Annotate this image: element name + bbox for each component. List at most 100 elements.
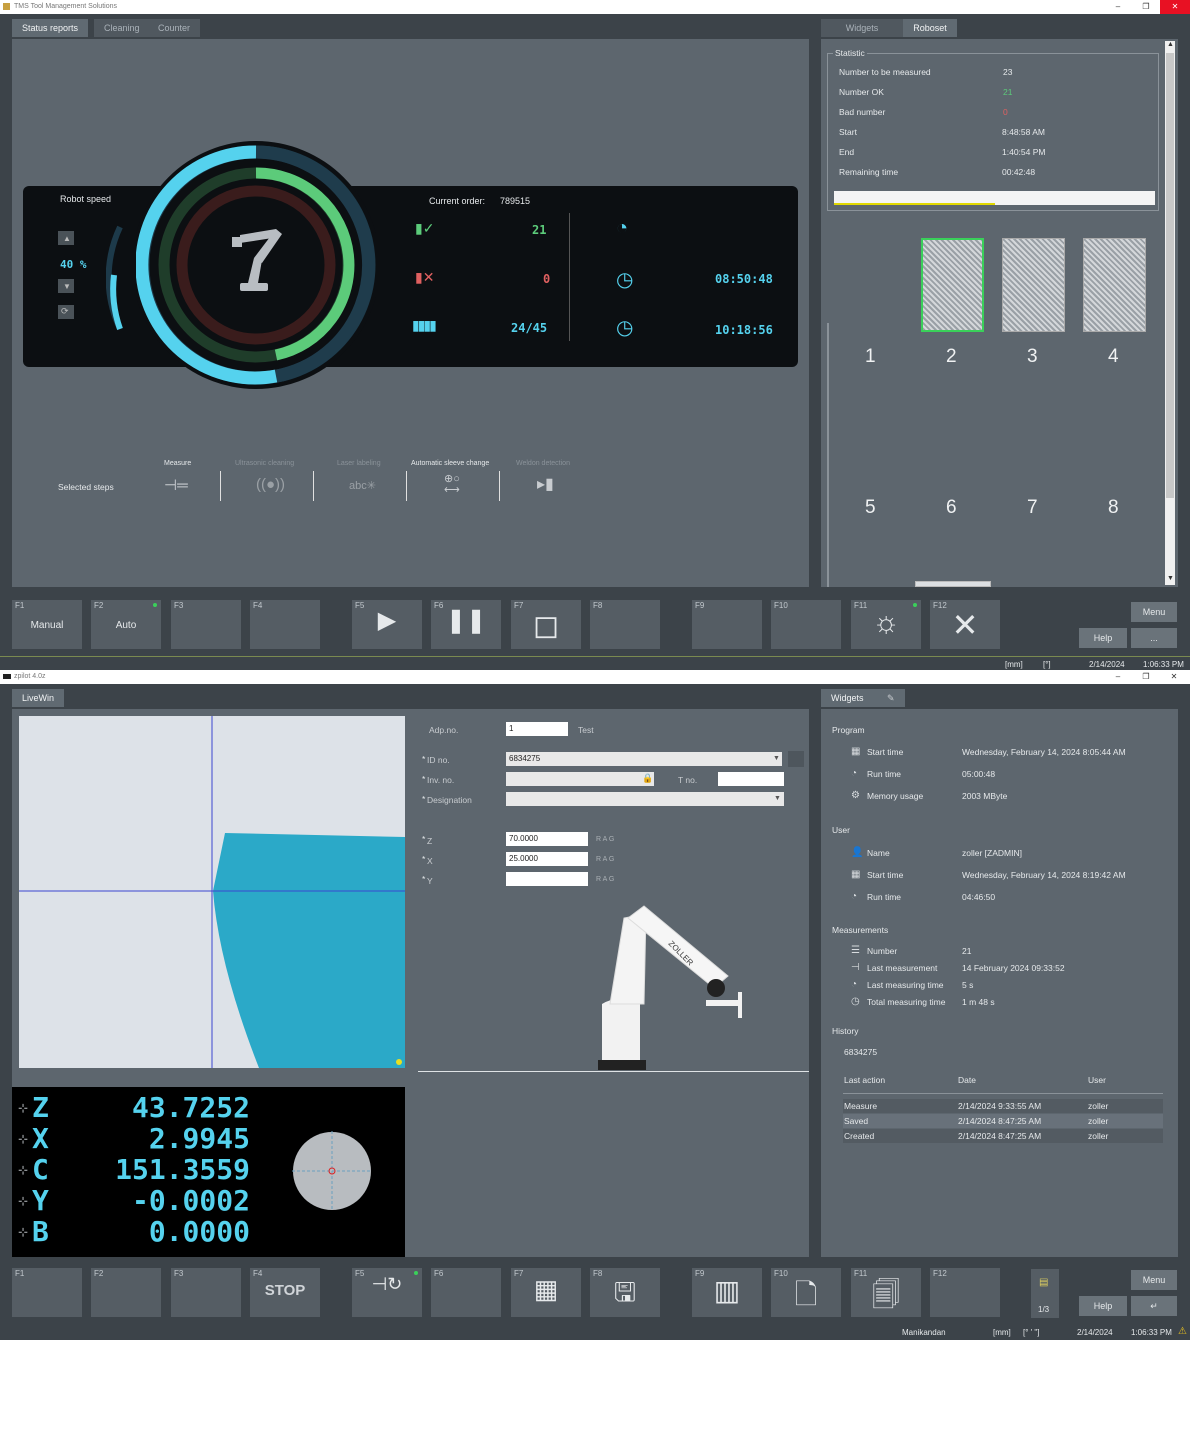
tab-status-reports[interactable]: Status reports: [12, 19, 89, 37]
x-label: X: [427, 856, 433, 866]
fkey-f4[interactable]: F4 STOP: [250, 1268, 320, 1317]
fkey-f10[interactable]: F10: [771, 600, 841, 649]
robot-speed-label: Robot speed: [60, 194, 112, 204]
help-button[interactable]: Help: [1079, 1296, 1127, 1316]
fkey-f11[interactable]: F11 ☼: [851, 600, 921, 649]
pallet-tray-partial[interactable]: [915, 581, 991, 587]
pallet-tray[interactable]: [921, 238, 984, 332]
history-user: zoller: [1088, 1131, 1109, 1141]
laser-icon[interactable]: abc✳: [349, 479, 376, 492]
measurement-label: Last measuring time: [867, 980, 944, 990]
fkey-f1[interactable]: F1: [12, 1268, 82, 1317]
fkey-f5[interactable]: F5 ▶: [352, 600, 422, 649]
scroll-up-icon[interactable]: ▲: [1167, 41, 1174, 48]
help-button[interactable]: Help: [1079, 628, 1127, 648]
fkey-f6[interactable]: F6 ❚❚: [431, 600, 501, 649]
tab-widgets[interactable]: Widgets ✎: [821, 689, 905, 707]
adp-input[interactable]: 1: [506, 722, 568, 736]
tab-counter[interactable]: Counter: [148, 19, 201, 37]
tab-roboset[interactable]: Roboset: [903, 19, 957, 37]
ultrasonic-icon[interactable]: ((●)): [256, 476, 285, 493]
fkey-f6[interactable]: F6: [431, 1268, 501, 1317]
statistic-title: Statistic: [833, 48, 867, 58]
step-divider: [313, 471, 314, 501]
speed-down-button[interactable]: ▼: [58, 279, 74, 293]
pallet-tray[interactable]: [1002, 238, 1065, 332]
chevron-down-icon[interactable]: ▼: [774, 795, 781, 802]
id-dropdown[interactable]: 6834275: [506, 752, 782, 766]
fkey-f8[interactable]: F8: [590, 600, 660, 649]
fkey-f12[interactable]: F12: [930, 1268, 1000, 1317]
close-icon[interactable]: ✕: [1160, 670, 1188, 684]
sleeve-change-icon[interactable]: ⊕○ ⟷: [444, 474, 460, 496]
z-rag: R A G: [596, 836, 615, 843]
fkey-f9[interactable]: F9 ▥: [692, 1268, 762, 1317]
x-input[interactable]: 25.0000: [506, 852, 588, 866]
tab-cleaning[interactable]: Cleaning: [94, 19, 150, 37]
fkey-f10[interactable]: F10 🗋: [771, 1268, 841, 1317]
page-switch[interactable]: ▤ 1/3: [1031, 1269, 1059, 1318]
more-button[interactable]: ...: [1131, 628, 1177, 648]
menu-button[interactable]: Menu: [1131, 602, 1177, 622]
pallet-number[interactable]: 6: [946, 497, 957, 519]
fkey-f2[interactable]: F2 Auto: [91, 600, 161, 649]
fkey-f3[interactable]: F3: [171, 600, 241, 649]
designation-dropdown[interactable]: [506, 792, 784, 806]
menu-button[interactable]: Menu: [1131, 1270, 1177, 1290]
tab-livewin[interactable]: LiveWin: [12, 689, 65, 707]
fkey-label: F4: [253, 1269, 263, 1278]
scrollbar-thumb[interactable]: [1166, 53, 1174, 498]
clock-start-icon: ◷: [616, 269, 634, 291]
pallet-number[interactable]: 4: [1108, 346, 1119, 368]
pallet-number[interactable]: 2: [946, 346, 957, 368]
fkey-f9[interactable]: F9: [692, 600, 762, 649]
minimize-icon[interactable]: –: [1104, 0, 1132, 14]
pallet-number[interactable]: 5: [865, 497, 876, 519]
document-icon: 🗋: [794, 1279, 818, 1310]
fkey-f3[interactable]: F3: [171, 1268, 241, 1317]
pallet-tray[interactable]: [1083, 238, 1146, 332]
fkey-f4[interactable]: F4: [250, 600, 320, 649]
t-input[interactable]: [718, 772, 784, 786]
minimize-icon[interactable]: –: [1104, 670, 1132, 684]
warning-icon[interactable]: ⚠: [1178, 1326, 1187, 1337]
z-input[interactable]: 70.0000: [506, 832, 588, 846]
y-input[interactable]: [506, 872, 588, 886]
weldon-icon[interactable]: ▸▮: [537, 474, 554, 494]
status-time: 1:06:33 PM: [1131, 1328, 1172, 1337]
library-icon: ▥: [713, 1275, 741, 1306]
x-rag: R A G: [596, 856, 615, 863]
pallet-number[interactable]: 7: [1027, 497, 1038, 519]
scroll-down-icon[interactable]: ▼: [1167, 575, 1174, 582]
fkey-f5[interactable]: F5 ⊣↻: [352, 1268, 422, 1317]
dro-value: 151.3559: [115, 1153, 250, 1186]
inv-input[interactable]: [506, 772, 654, 786]
fkey-f7[interactable]: F7 ◻: [511, 600, 581, 649]
history-user: zoller: [1088, 1101, 1109, 1111]
pallet-number[interactable]: 3: [1027, 346, 1038, 368]
enter-button[interactable]: ↵: [1131, 1296, 1177, 1316]
chevron-down-icon[interactable]: ▼: [773, 755, 780, 762]
id-extra-button[interactable]: [788, 751, 804, 767]
speed-reset-button[interactable]: ⟳: [58, 305, 74, 319]
y-label: Y: [427, 876, 433, 886]
pencil-icon[interactable]: ✎: [887, 689, 895, 707]
pallet-number[interactable]: 1: [865, 346, 876, 368]
stopwatch-icon: ◔: [851, 979, 858, 990]
fkey-f2[interactable]: F2: [91, 1268, 161, 1317]
tab-widgets[interactable]: Widgets: [821, 19, 903, 37]
pallet-number[interactable]: 8: [1108, 497, 1119, 519]
caliper-icon[interactable]: ⊣═: [164, 476, 188, 494]
fkey-f8[interactable]: F8 🖫: [590, 1268, 660, 1317]
restore-icon[interactable]: ❐: [1132, 670, 1160, 684]
fkey-f1[interactable]: F1 Manual: [12, 600, 82, 649]
close-icon[interactable]: ✕: [1160, 0, 1190, 14]
fkey-f12[interactable]: F12 ✕: [930, 600, 1000, 649]
fkey-f7[interactable]: F7 ▦: [511, 1268, 581, 1317]
fkey-label: F1: [15, 1269, 25, 1278]
speed-up-button[interactable]: ▲: [58, 231, 74, 245]
fkey-f11[interactable]: F11 🗐: [851, 1268, 921, 1317]
scrollbar[interactable]: ▲ ▼: [1165, 41, 1175, 585]
restore-icon[interactable]: ❐: [1132, 0, 1160, 14]
active-indicator: [153, 603, 157, 607]
